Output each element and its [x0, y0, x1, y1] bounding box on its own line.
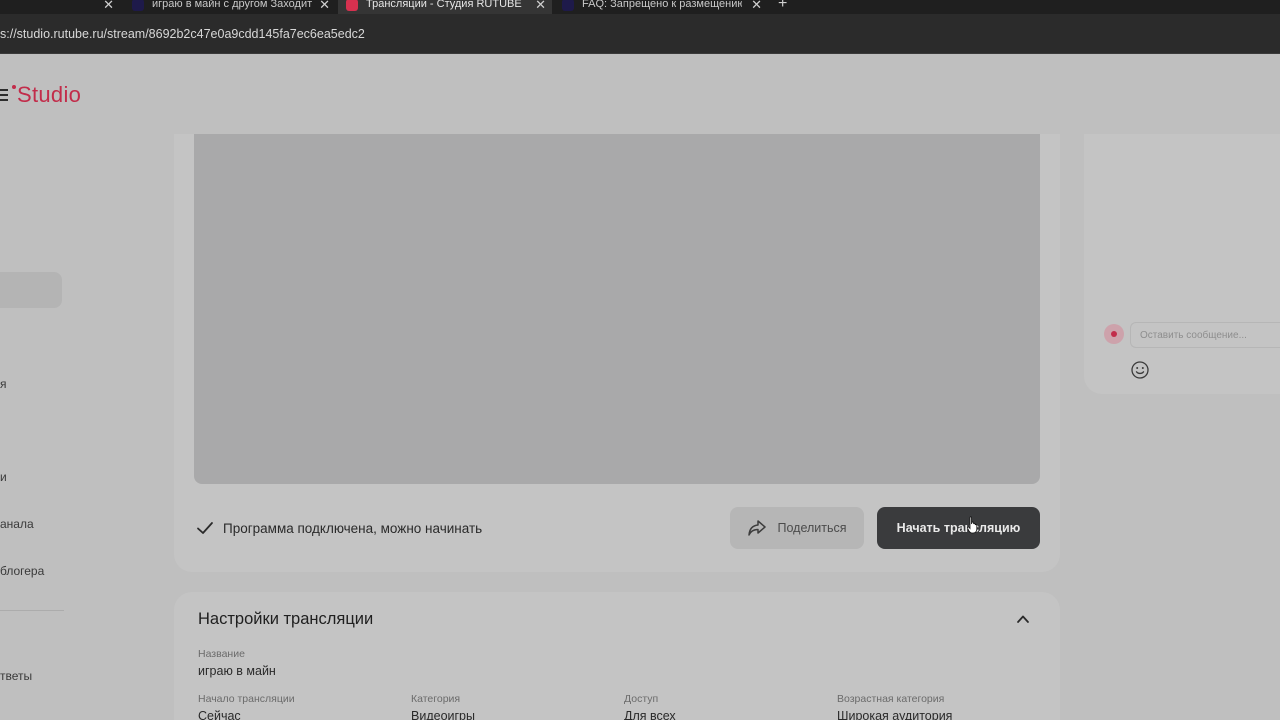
- browser-tab[interactable]: FAQ: Запрещено к размещению ✕: [554, 0, 768, 14]
- stream-preview-card: Программа подключена, можно начинать Под…: [174, 134, 1060, 572]
- sidebar-item[interactable]: и: [0, 470, 7, 484]
- rutube-favicon-icon: [132, 0, 144, 11]
- age-category-label: Возрастная категория: [837, 693, 945, 705]
- page: Studio я и анала блогера тветы Программа…: [0, 54, 1280, 720]
- close-icon[interactable]: ✕: [319, 0, 330, 13]
- stream-settings-card: Настройки трансляции Название играю в ма…: [174, 592, 1060, 720]
- new-tab-button[interactable]: +: [778, 0, 787, 13]
- status-text: Программа подключена, можно начинать: [223, 520, 483, 536]
- check-icon: [197, 522, 213, 534]
- hand-cursor-icon: [967, 516, 978, 534]
- close-icon[interactable]: ✕: [103, 0, 114, 13]
- video-preview[interactable]: [194, 134, 1040, 484]
- url-text[interactable]: s://studio.rutube.ru/stream/8692b2c47e0a…: [0, 27, 365, 41]
- browser-tab[interactable]: ✕: [0, 0, 120, 14]
- sidebar-divider: [0, 610, 64, 611]
- studio-logo[interactable]: Studio: [0, 80, 81, 110]
- start-time-label: Начало трансляции: [198, 693, 295, 705]
- name-value: играю в майн: [198, 664, 276, 678]
- age-category-value: Широкая аудитория: [837, 709, 953, 720]
- address-bar[interactable]: s://studio.rutube.ru/stream/8692b2c47e0a…: [0, 14, 1280, 54]
- browser-tab-active[interactable]: Трансляции - Студия RUTUBE ✕: [338, 0, 552, 14]
- emoji-icon[interactable]: [1130, 360, 1150, 380]
- sidebar-item[interactable]: я: [0, 377, 7, 391]
- studio-favicon-icon: [346, 0, 358, 11]
- category-value: Видеоигры: [411, 709, 475, 720]
- share-icon: [748, 520, 767, 536]
- browser-tab-bar: ✕ играю в майн с другом Заходите ✕ Транс…: [0, 0, 1280, 14]
- start-time-value: Сейчас: [198, 709, 241, 720]
- sidebar-item[interactable]: тветы: [0, 669, 32, 683]
- sidebar-item-active[interactable]: [0, 272, 62, 308]
- category-label: Категория: [411, 693, 461, 705]
- rutube-favicon-icon: [562, 0, 574, 11]
- sidebar: я и анала блогера тветы: [0, 134, 110, 720]
- share-button[interactable]: Поделиться: [730, 507, 864, 549]
- connection-status: Программа подключена, можно начинать: [196, 519, 482, 537]
- chat-panel: Оставить сообщение...: [1084, 134, 1280, 394]
- close-icon[interactable]: ✕: [535, 0, 546, 13]
- browser-tab[interactable]: играю в майн с другом Заходите ✕: [124, 0, 336, 14]
- logo-dot-icon: [12, 85, 16, 89]
- logo-mark-icon: [0, 89, 8, 101]
- settings-title: Настройки трансляции: [198, 610, 374, 628]
- sidebar-item[interactable]: блогера: [0, 564, 44, 578]
- access-label: Доступ: [624, 693, 659, 705]
- chat-message-input[interactable]: Оставить сообщение...: [1130, 322, 1280, 348]
- access-value: Для всех: [624, 709, 676, 720]
- start-stream-button[interactable]: Начать трансляцию: [877, 507, 1040, 549]
- avatar: [1104, 324, 1124, 344]
- name-label: Название: [198, 648, 245, 660]
- chevron-up-icon[interactable]: [1016, 612, 1030, 626]
- sidebar-item[interactable]: анала: [0, 517, 34, 531]
- close-icon[interactable]: ✕: [751, 0, 762, 13]
